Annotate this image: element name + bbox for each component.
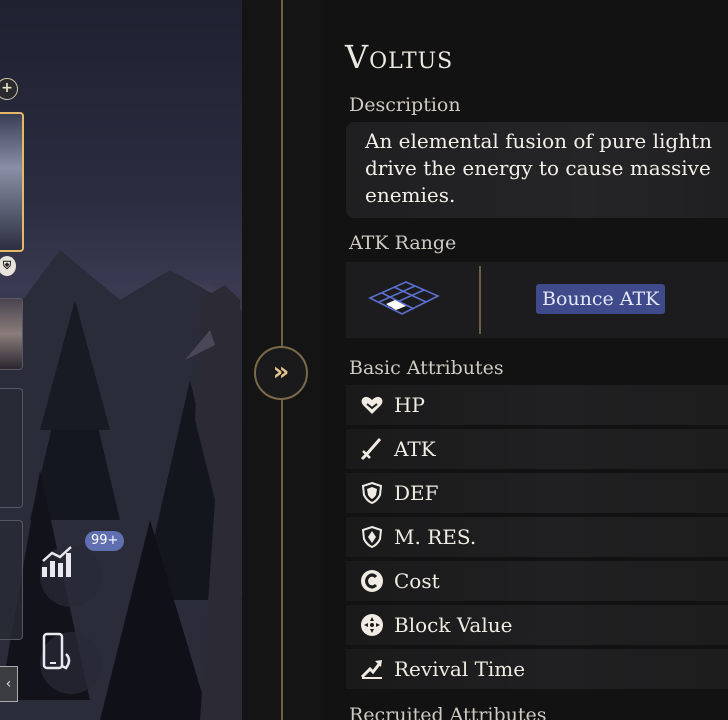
back-tab-button[interactable]: ‹	[0, 666, 18, 702]
atk-range-label: ATK Range	[349, 232, 457, 254]
empty-slot-card[interactable]	[0, 520, 23, 640]
attribute-row-cost: Cost	[346, 561, 728, 601]
range-separator	[479, 266, 481, 334]
stats-button[interactable]	[40, 545, 102, 607]
heart-icon	[361, 396, 383, 414]
cost-icon	[361, 570, 383, 592]
description-text: An elemental fusion of pure lightn drive…	[365, 129, 713, 207]
sword-icon	[360, 438, 382, 461]
recruited-attributes-label: Recruited Attributes	[349, 704, 547, 720]
basic-attributes-label: Basic Attributes	[349, 357, 504, 379]
range-grid-icon	[368, 281, 440, 315]
empty-slot-card[interactable]	[0, 388, 23, 508]
operator-card[interactable]	[0, 298, 23, 370]
block-icon	[361, 614, 383, 636]
attribute-label: M. RES.	[394, 525, 477, 549]
attribute-label: Cost	[394, 569, 440, 593]
attribute-row-block: Block Value	[346, 605, 728, 645]
notification-badge: 99+	[85, 531, 125, 551]
expand-arrow-button[interactable]: »	[254, 346, 308, 400]
attribute-row-mres: M. RES.	[346, 517, 728, 557]
attribute-label: Revival Time	[394, 657, 526, 681]
operator-info-panel: Voltus Description An elemental fusion o…	[322, 0, 728, 720]
attribute-row-revival: Revival Time	[346, 649, 728, 689]
attribute-label: HP	[394, 393, 425, 417]
character-artwork-pane: + ⛨ 99+ ‹	[0, 0, 242, 720]
shield-icon	[361, 481, 383, 505]
phone-rotate-icon	[42, 632, 71, 670]
attribute-row-atk: ATK	[346, 429, 728, 469]
attribute-label: Block Value	[394, 613, 513, 637]
forest-night-scene	[0, 0, 242, 720]
device-rotate-button[interactable]	[40, 632, 102, 694]
revival-icon	[360, 660, 382, 679]
operator-name: Voltus	[345, 38, 454, 76]
bounce-atk-tag: Bounce ATK	[536, 284, 666, 314]
description-label: Description	[349, 94, 461, 116]
attribute-row-hp: HP	[346, 385, 728, 425]
attribute-row-def: DEF	[346, 473, 728, 513]
bar-chart-icon	[42, 546, 72, 577]
magic-shield-icon	[361, 525, 383, 549]
attribute-label: DEF	[394, 481, 439, 505]
attribute-label: ATK	[394, 437, 436, 461]
selected-operator-card[interactable]	[0, 112, 24, 252]
